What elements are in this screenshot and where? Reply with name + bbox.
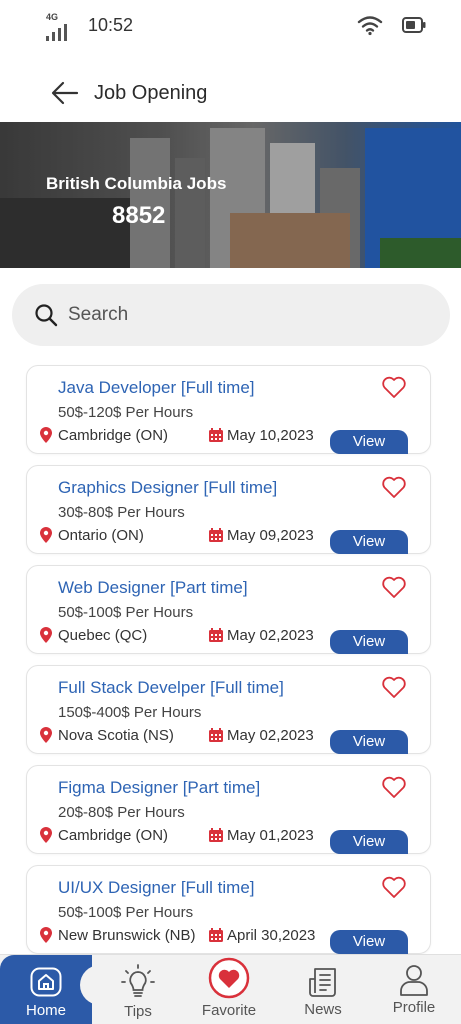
app-header: Job Opening (0, 70, 461, 118)
job-pay: 50$-120$ Per Hours (58, 404, 194, 421)
wifi-icon (357, 16, 383, 36)
job-location: Nova Scotia (NS) (58, 727, 174, 744)
status-time: 10:52 (88, 15, 134, 35)
region-banner: British Columbia Jobs 8852 (0, 122, 461, 268)
job-title[interactable]: Web Designer [Part time] (58, 578, 248, 598)
job-pay: 50$-100$ Per Hours (58, 604, 194, 621)
nav-home-label: Home (25, 1002, 66, 1019)
view-job-button[interactable]: View (330, 530, 408, 554)
view-job-button[interactable]: View (330, 630, 408, 654)
job-card[interactable]: Web Designer [Part time] 50$-100$ Per Ho… (26, 565, 431, 654)
search-icon (35, 304, 58, 327)
calendar-icon (209, 528, 223, 542)
calendar-icon (209, 628, 223, 642)
job-location: Quebec (QC) (58, 627, 148, 644)
heart-outline-icon[interactable] (381, 875, 407, 899)
battery-icon (402, 17, 426, 33)
heart-outline-icon[interactable] (381, 475, 407, 499)
lightbulb-icon (121, 964, 155, 997)
heart-outline-icon[interactable] (381, 375, 407, 399)
job-card[interactable]: Figma Designer [Part time] 20$-80$ Per H… (26, 765, 431, 854)
job-card[interactable]: Graphics Designer [Full time] 30$-80$ Pe… (26, 465, 431, 554)
job-title[interactable]: UI/UX Designer [Full time] (58, 878, 255, 898)
job-card[interactable]: UI/UX Designer [Full time] 50$-100$ Per … (26, 865, 431, 954)
search-input[interactable] (68, 298, 428, 332)
job-location: Cambridge (ON) (58, 427, 169, 444)
job-date: May 09,2023 (227, 527, 314, 544)
job-pay: 50$-100$ Per Hours (58, 904, 194, 921)
home-icon (30, 967, 62, 997)
job-date: May 02,2023 (227, 727, 314, 744)
job-title[interactable]: Full Stack Develper [Full time] (58, 678, 284, 698)
nav-favorite-label: Favorite (201, 1002, 257, 1019)
search-bar[interactable] (12, 284, 450, 346)
calendar-icon (209, 728, 223, 742)
view-job-button[interactable]: View (330, 730, 408, 754)
heart-outline-icon[interactable] (381, 575, 407, 599)
nav-profile-label: Profile (392, 999, 436, 1016)
nav-favorite[interactable]: Favorite (192, 955, 266, 1024)
location-pin-icon (40, 927, 52, 943)
heart-outline-icon[interactable] (381, 775, 407, 799)
nav-tips-label: Tips (124, 1003, 152, 1020)
job-location: Cambridge (ON) (58, 827, 169, 844)
profile-icon (400, 965, 428, 996)
location-pin-icon (40, 827, 52, 843)
job-pay: 30$-80$ Per Hours (58, 504, 185, 521)
job-date: May 02,2023 (227, 627, 314, 644)
news-icon (309, 968, 336, 997)
view-job-button[interactable]: View (330, 830, 408, 854)
nav-news-label: News (304, 1001, 342, 1018)
nav-profile[interactable]: Profile (380, 955, 448, 1024)
job-card[interactable]: Full Stack Develper [Full time] 150$-400… (26, 665, 431, 754)
job-pay: 20$-80$ Per Hours (58, 804, 185, 821)
job-title[interactable]: Java Developer [Full time] (58, 378, 255, 398)
job-title[interactable]: Graphics Designer [Full time] (58, 478, 277, 498)
status-bar: 4G 10:52 (0, 0, 461, 52)
location-pin-icon (40, 427, 52, 443)
heart-outline-icon[interactable] (381, 675, 407, 699)
job-date: April 30,2023 (227, 927, 316, 944)
job-pay: 150$-400$ Per Hours (58, 704, 202, 721)
banner-overlay (0, 122, 461, 268)
banner-title: British Columbia Jobs (46, 174, 227, 193)
banner-job-count: 8852 (112, 202, 166, 229)
job-location: Ontario (ON) (58, 527, 144, 544)
view-job-button[interactable]: View (330, 930, 408, 954)
job-card[interactable]: Java Developer [Full time] 50$-120$ Per … (26, 365, 431, 454)
location-pin-icon (40, 727, 52, 743)
job-list: Java Developer [Full time] 50$-120$ Per … (26, 365, 431, 965)
job-location: New Brunswick (NB) (58, 927, 196, 944)
view-job-button[interactable]: View (330, 430, 408, 454)
nav-home[interactable]: Home (0, 955, 92, 1024)
calendar-icon (209, 928, 223, 942)
job-title[interactable]: Figma Designer [Part time] (58, 778, 260, 798)
job-date: May 10,2023 (227, 427, 314, 444)
location-pin-icon (40, 527, 52, 543)
network-type: 4G (46, 12, 59, 22)
nav-news[interactable]: News (290, 955, 356, 1024)
heart-icon (208, 957, 250, 999)
job-date: May 01,2023 (227, 827, 314, 844)
bottom-navigation: Home Tips Favorite News Profile (0, 954, 461, 1024)
page-title: Job Opening (94, 82, 208, 104)
calendar-icon (209, 828, 223, 842)
location-pin-icon (40, 627, 52, 643)
cell-signal-icon: 4G (46, 12, 72, 41)
calendar-icon (209, 428, 223, 442)
nav-tips[interactable]: Tips (104, 955, 172, 1024)
back-arrow-icon[interactable] (50, 80, 80, 106)
